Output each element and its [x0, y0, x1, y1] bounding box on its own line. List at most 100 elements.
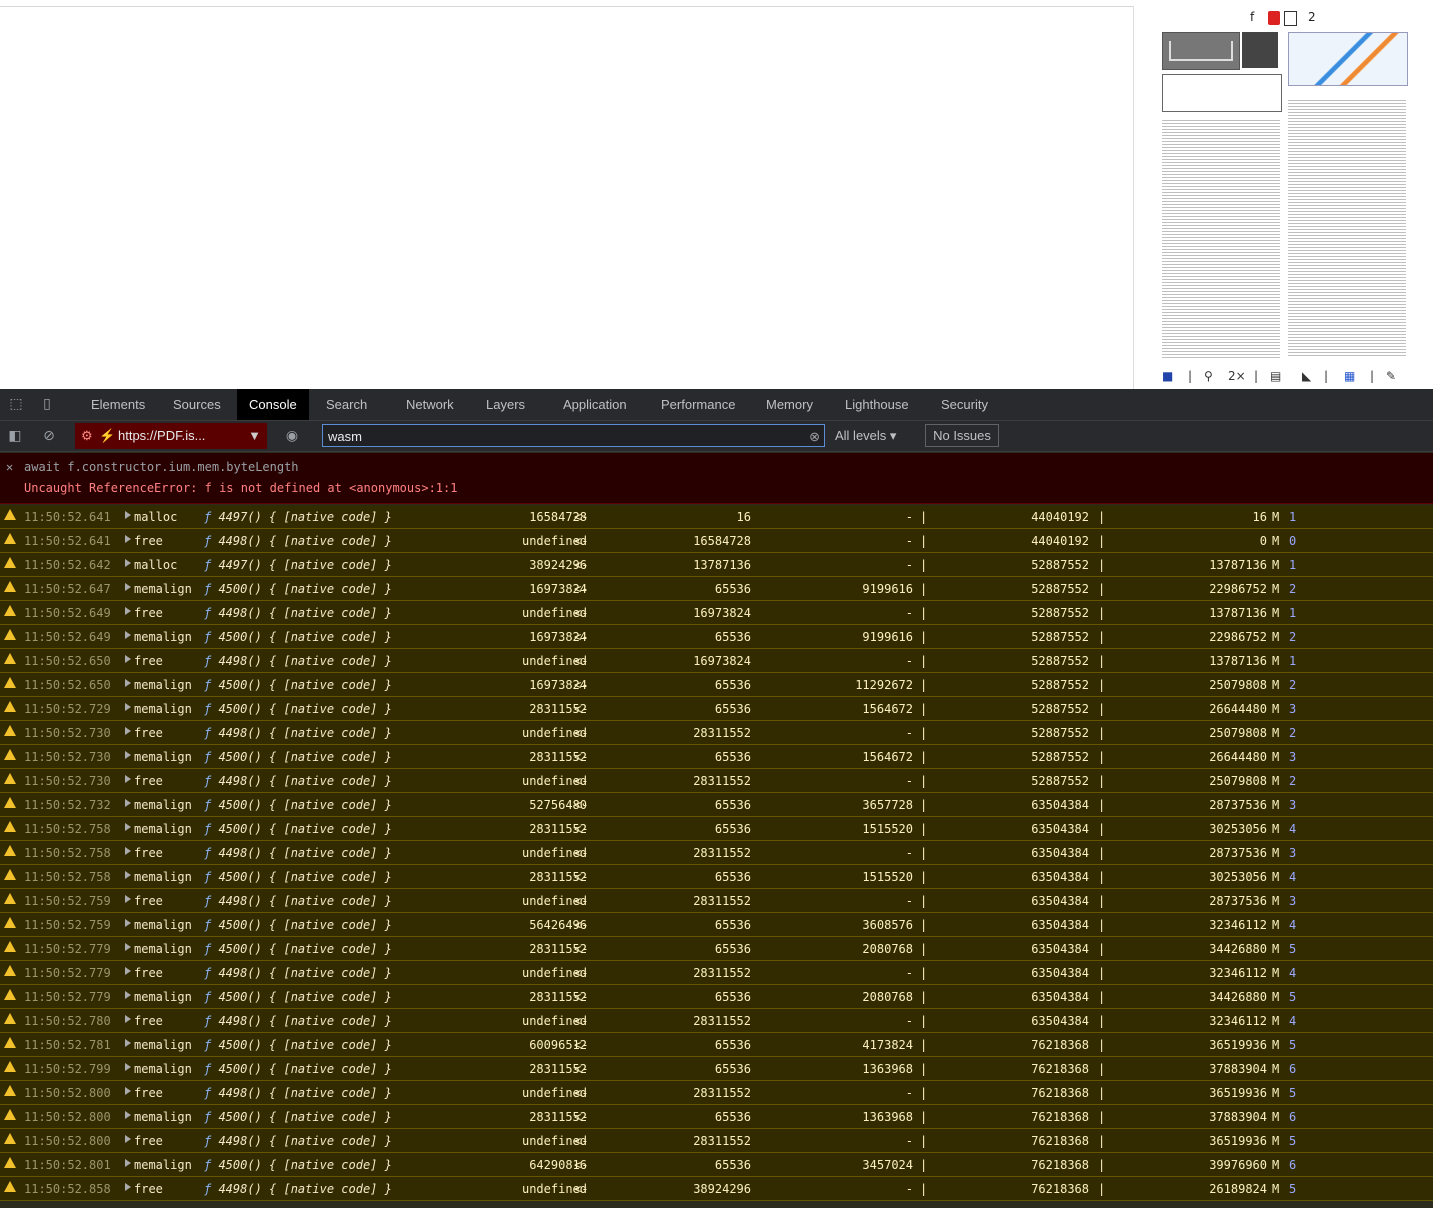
expand-arrow-icon[interactable] [125, 559, 131, 567]
console-warning-row[interactable]: 11:50:52.758 free undefined <- 28311552- | 635… [0, 841, 1433, 865]
log-function-ref[interactable]: ƒ 4498() { [native code] } [204, 1134, 392, 1148]
layout-icon[interactable]: ■ [1162, 369, 1173, 383]
log-function-ref[interactable]: ƒ 4500() { [native code] } [204, 678, 392, 692]
expand-arrow-icon[interactable] [125, 799, 131, 807]
console-warning-row[interactable]: 11:50:52.759 free undefined <- 28311552- | 635… [0, 889, 1433, 913]
log-function-ref[interactable]: ƒ 4500() { [native code] } [204, 990, 392, 1004]
tab-application[interactable]: Application [563, 389, 627, 420]
expand-arrow-icon[interactable] [125, 919, 131, 927]
expand-arrow-icon[interactable] [125, 535, 131, 543]
clear-filter-icon[interactable]: ⊗ [809, 425, 820, 448]
tab-lighthouse[interactable]: Lighthouse [845, 389, 909, 420]
expand-arrow-icon[interactable] [125, 967, 131, 975]
log-function-ref[interactable]: ƒ 4500() { [native code] } [204, 798, 392, 812]
console-warning-row[interactable]: 11:50:52.641 malloc 16584728 <- 16- | 44040192… [0, 505, 1433, 529]
expand-arrow-icon[interactable] [125, 775, 131, 783]
console-warning-row[interactable]: 11:50:52.858 free undefined <- 38924296- | 762… [0, 1177, 1433, 1201]
expand-arrow-icon[interactable] [125, 631, 131, 639]
log-function-ref[interactable]: ƒ 4498() { [native code] } [204, 846, 392, 860]
console-warning-row[interactable]: 11:50:52.780 free undefined <- 28311552- | 635… [0, 1009, 1433, 1033]
sidebar-toggle-icon[interactable]: ◧ [6, 428, 24, 444]
console-warning-row[interactable]: 11:50:52.730 free undefined <- 28311552- | 528… [0, 721, 1433, 745]
expand-arrow-icon[interactable] [125, 703, 131, 711]
expand-arrow-icon[interactable] [125, 991, 131, 999]
tab-network[interactable]: Network [406, 389, 454, 420]
expand-arrow-icon[interactable] [125, 823, 131, 831]
log-function-ref[interactable]: ƒ 4498() { [native code] } [204, 1086, 392, 1100]
log-function-ref[interactable]: ƒ 4500() { [native code] } [204, 1038, 392, 1052]
console-warning-row[interactable]: 11:50:52.800 free undefined <- 28311552- | 762… [0, 1081, 1433, 1105]
console-warning-row[interactable]: 11:50:52.758 memalign 28311552 <- 65536 15155… [0, 817, 1433, 841]
log-function-ref[interactable]: ƒ 4500() { [native code] } [204, 1110, 392, 1124]
log-function-ref[interactable]: ƒ 4500() { [native code] } [204, 582, 392, 596]
log-function-ref[interactable]: ƒ 4500() { [native code] } [204, 702, 392, 716]
inspect-element-icon[interactable]: ⬚ [7, 396, 25, 412]
console-warning-row[interactable]: 11:50:52.779 memalign 28311552 <- 65536 20807… [0, 937, 1433, 961]
console-warning-row[interactable]: 11:50:52.730 memalign 28311552 <- 65536 15646… [0, 745, 1433, 769]
zoom-level[interactable]: 2× [1228, 369, 1246, 383]
expand-arrow-icon[interactable] [125, 751, 131, 759]
notes-icon[interactable]: ✎ [1386, 369, 1396, 383]
console-warning-row[interactable]: 11:50:52.759 memalign 56426496 <- 65536 36085… [0, 913, 1433, 937]
console-warning-row[interactable]: 11:50:52.649 memalign 16973824 <- 65536 91996… [0, 625, 1433, 649]
filter-input[interactable]: wasm ⊗ [322, 424, 825, 447]
expand-arrow-icon[interactable] [125, 511, 131, 519]
expand-arrow-icon[interactable] [125, 679, 131, 687]
tab-memory[interactable]: Memory [766, 389, 813, 420]
expand-arrow-icon[interactable] [125, 583, 131, 591]
log-function-ref[interactable]: ƒ 4498() { [native code] } [204, 894, 392, 908]
console-warning-row[interactable]: 11:50:52.642 malloc 38924296 <- 13787136- | 52… [0, 553, 1433, 577]
log-function-ref[interactable]: ƒ 4497() { [native code] } [204, 558, 392, 572]
ruler-icon[interactable]: ◣ [1302, 369, 1311, 383]
tab-console[interactable]: Console [237, 389, 309, 420]
console-warning-row[interactable]: 11:50:52.730 free undefined <- 28311552- | 528… [0, 769, 1433, 793]
device-toolbar-icon[interactable]: ▯ [38, 396, 56, 412]
expand-arrow-icon[interactable] [125, 1015, 131, 1023]
console-warning-row[interactable]: 11:50:52.779 memalign 28311552 <- 65536 20807… [0, 985, 1433, 1009]
log-levels-dropdown[interactable]: All levels ▾ [835, 423, 896, 449]
log-function-ref[interactable]: ƒ 4498() { [native code] } [204, 774, 392, 788]
console-warning-row[interactable]: 11:50:52.641 free undefined <- 16584728- | 440… [0, 529, 1433, 553]
pdf-page-thumbnail[interactable] [1158, 30, 1408, 358]
log-function-ref[interactable]: ƒ 4500() { [native code] } [204, 750, 392, 764]
log-function-ref[interactable]: ƒ 4497() { [native code] } [204, 510, 392, 524]
log-function-ref[interactable]: ƒ 4498() { [native code] } [204, 654, 392, 668]
expand-arrow-icon[interactable] [125, 655, 131, 663]
log-function-ref[interactable]: ƒ 4500() { [native code] } [204, 918, 392, 932]
log-function-ref[interactable]: ƒ 4500() { [native code] } [204, 1158, 392, 1172]
expand-arrow-icon[interactable] [125, 1063, 131, 1071]
console-warning-row[interactable]: 11:50:52.650 memalign 16973824 <- 65536 11292… [0, 673, 1433, 697]
console-warning-row[interactable]: 11:50:52.779 free undefined <- 28311552- | 635… [0, 961, 1433, 985]
tab-security[interactable]: Security [941, 389, 988, 420]
expand-arrow-icon[interactable] [125, 727, 131, 735]
log-function-ref[interactable]: ƒ 4498() { [native code] } [204, 1014, 392, 1028]
live-expression-eye-icon[interactable]: ◉ [283, 428, 301, 444]
context-selector[interactable]: ⚙ ⚡ https://PDF.is... ▼ [75, 423, 267, 449]
log-function-ref[interactable]: ƒ 4498() { [native code] } [204, 1182, 392, 1196]
console-warning-row[interactable]: 11:50:52.781 memalign 60096512 <- 65536 41738… [0, 1033, 1433, 1057]
console-warning-row[interactable]: 11:50:52.758 memalign 28311552 <- 65536 15155… [0, 865, 1433, 889]
tab-sources[interactable]: Sources [173, 389, 221, 420]
log-function-ref[interactable]: ƒ 4500() { [native code] } [204, 822, 392, 836]
tab-performance[interactable]: Performance [661, 389, 735, 420]
log-function-ref[interactable]: ƒ 4500() { [native code] } [204, 942, 392, 956]
expand-arrow-icon[interactable] [125, 1039, 131, 1047]
expand-arrow-icon[interactable] [125, 1111, 131, 1119]
expand-arrow-icon[interactable] [125, 871, 131, 879]
expand-arrow-icon[interactable] [125, 1135, 131, 1143]
expand-arrow-icon[interactable] [125, 607, 131, 615]
expand-arrow-icon[interactable] [125, 943, 131, 951]
log-function-ref[interactable]: ƒ 4498() { [native code] } [204, 966, 392, 980]
grid-icon[interactable]: ▦ [1344, 369, 1355, 383]
console-warning-row[interactable]: 11:50:52.732 memalign 52756480 <- 65536 36577… [0, 793, 1433, 817]
console-warning-row[interactable]: 11:50:52.800 memalign 28311552 <- 65536 13639… [0, 1105, 1433, 1129]
expand-arrow-icon[interactable] [125, 1183, 131, 1191]
log-function-ref[interactable]: ƒ 4500() { [native code] } [204, 630, 392, 644]
console-warning-row[interactable]: 11:50:52.649 free undefined <- 16973824- | 528… [0, 601, 1433, 625]
console-warning-row[interactable]: 11:50:52.647 memalign 16973824 <- 65536 91996… [0, 577, 1433, 601]
expand-arrow-icon[interactable] [125, 1087, 131, 1095]
log-function-ref[interactable]: ƒ 4500() { [native code] } [204, 1062, 392, 1076]
expand-arrow-icon[interactable] [125, 895, 131, 903]
clear-console-icon[interactable]: ⊘ [40, 428, 58, 444]
log-function-ref[interactable]: ƒ 4498() { [native code] } [204, 606, 392, 620]
